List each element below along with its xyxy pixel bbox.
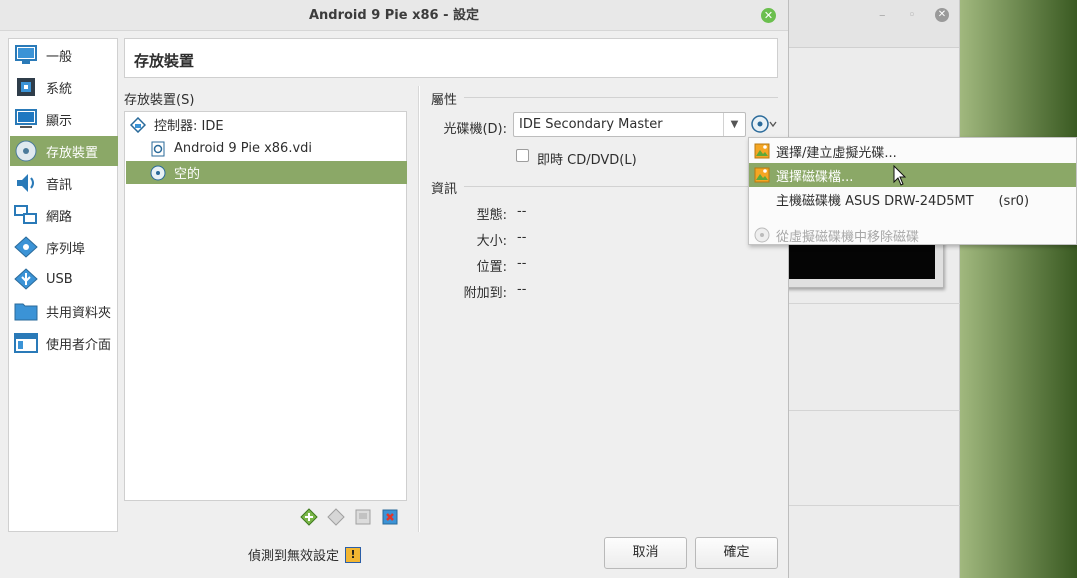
sidebar-item-label: 存放裝置	[46, 145, 99, 161]
sidebar: 一般 系統 顯示 存放裝置 音訊 網路 序列埠 USB 共用資料夾 使用者介面	[8, 38, 118, 532]
sidebar-item-label: 一般	[46, 49, 73, 65]
background-window: – ◦ ✕	[780, 0, 960, 578]
info-location-value: --	[517, 256, 527, 271]
remove-disk-icon	[754, 227, 770, 243]
sidebar-item-label: 顯示	[46, 113, 73, 129]
chip-icon	[14, 76, 38, 98]
remove-attachment-icon[interactable]	[381, 508, 399, 526]
sidebar-item-audio[interactable]: 音訊	[10, 168, 118, 198]
add-controller-icon[interactable]	[300, 508, 318, 526]
optical-drive-label: 光碟機(D):	[443, 122, 507, 137]
tree-item-label: 控制器: IDE	[154, 119, 224, 134]
info-attached-value: --	[517, 282, 527, 297]
sidebar-item-network[interactable]: 網路	[10, 200, 118, 230]
warning-icon: !	[345, 546, 362, 563]
storage-icon	[14, 140, 38, 162]
menu-item-label: 主機磁碟機 ASUS DRW-24D5MT (sr0)	[776, 193, 1030, 209]
optical-drive-select[interactable]: IDE Secondary Master ▼	[513, 112, 746, 137]
sidebar-item-system[interactable]: 系統	[10, 72, 118, 102]
sidebar-item-serial[interactable]: 序列埠	[10, 232, 118, 262]
sidebar-item-label: USB	[46, 271, 73, 287]
section-divider	[464, 186, 778, 187]
ok-button[interactable]: 確定	[695, 537, 778, 569]
folder-icon	[14, 300, 38, 322]
tree-item-label: 空的	[174, 167, 201, 182]
sidebar-item-label: 網路	[46, 209, 73, 225]
menu-item-label: 選擇/建立虛擬光碟...	[776, 145, 897, 161]
controller-icon	[129, 116, 147, 133]
menu-item-label: 選擇磁碟檔...	[776, 169, 854, 185]
sidebar-item-label: 音訊	[46, 177, 73, 193]
menu-item-remove-disk[interactable]: 從虛擬磁碟機中移除磁碟	[749, 223, 1076, 247]
live-cd-label: 即時 CD/DVD(L)	[537, 153, 637, 168]
monitor-icon	[14, 44, 38, 66]
settings-dialog: Android 9 Pie x86 - 設定 ✕ 一般 系統 顯示 存放裝置 音…	[0, 0, 789, 578]
sidebar-item-label: 序列埠	[46, 241, 86, 257]
chevron-down-icon: ▼	[723, 113, 745, 136]
tree-item-optical-disc[interactable]: 空的	[126, 161, 407, 184]
sidebar-item-label: 系統	[46, 81, 73, 97]
maximize-icon[interactable]: ◦	[908, 8, 916, 23]
section-divider	[464, 97, 778, 98]
window-title: Android 9 Pie x86 - 設定	[308, 8, 480, 23]
choose-disk-icon	[754, 143, 770, 159]
remove-controller-icon[interactable]	[327, 508, 345, 526]
menu-item-choose-create-disk[interactable]: 選擇/建立虛擬光碟...	[749, 139, 1076, 163]
sidebar-item-general[interactable]: 一般	[10, 40, 118, 70]
sidebar-item-label: 共用資料夾	[46, 305, 112, 321]
menu-item-choose-disk-file[interactable]: 選擇磁碟檔...	[749, 163, 1076, 187]
menu-item-label: 從虛擬磁碟機中移除磁碟	[776, 229, 920, 245]
sidebar-item-usb[interactable]: USB	[10, 264, 118, 294]
tree-item-hard-disk[interactable]: Android 9 Pie x86.vdi	[126, 137, 407, 160]
close-icon[interactable]: ✕	[761, 8, 776, 23]
info-size-label: 大小:	[476, 234, 507, 249]
divider	[780, 303, 960, 304]
info-size-value: --	[517, 230, 527, 245]
tree-item-controller[interactable]: 控制器: IDE	[126, 113, 407, 136]
tree-item-label: Android 9 Pie x86.vdi	[174, 141, 313, 156]
sidebar-item-user-interface[interactable]: 使用者介面	[10, 328, 118, 358]
sidebar-item-label: 使用者介面	[46, 337, 112, 353]
info-location-label: 位置:	[476, 260, 507, 275]
ui-icon	[14, 332, 38, 354]
cancel-button[interactable]: 取消	[604, 537, 687, 569]
live-cd-checkbox[interactable]	[516, 149, 529, 162]
storage-tree: 控制器: IDE Android 9 Pie x86.vdi 空的	[124, 111, 407, 501]
info-type-value: --	[517, 204, 527, 219]
background-titlebar: – ◦ ✕	[780, 0, 959, 48]
menu-item-host-drive[interactable]: 主機磁碟機 ASUS DRW-24D5MT (sr0)	[749, 187, 1076, 211]
hard-disk-icon	[150, 141, 166, 157]
add-attachment-icon[interactable]	[354, 508, 372, 526]
storage-tree-toolbar	[300, 508, 399, 526]
info-attached-label: 附加到:	[463, 286, 507, 301]
mouse-cursor-icon	[893, 165, 907, 186]
serial-icon	[14, 236, 38, 258]
optical-drive-value: IDE Secondary Master	[519, 117, 663, 132]
page-header: 存放裝置	[124, 38, 778, 78]
disk-popup-menu: 選擇/建立虛擬光碟... 選擇磁碟檔... 主機磁碟機 ASUS DRW-24D…	[748, 137, 1077, 245]
speaker-icon	[14, 172, 38, 194]
attributes-section-title: 屬性	[431, 93, 458, 108]
sidebar-item-storage[interactable]: 存放裝置	[10, 136, 118, 166]
divider	[780, 410, 960, 411]
usb-icon	[14, 268, 38, 290]
network-icon	[14, 204, 38, 226]
close-icon[interactable]: ✕	[935, 8, 949, 22]
panel-separator	[418, 86, 420, 532]
choose-disk-button[interactable]	[751, 114, 777, 134]
optical-disc-icon	[150, 165, 166, 181]
invalid-settings-indicator[interactable]: 偵測到無效設定 !	[248, 545, 362, 564]
warning-label: 偵測到無效設定	[248, 549, 340, 564]
titlebar: Android 9 Pie x86 - 設定 ✕	[0, 0, 788, 31]
page-title: 存放裝置	[134, 52, 195, 70]
info-type-label: 型態:	[476, 208, 507, 223]
sidebar-item-shared-folders[interactable]: 共用資料夾	[10, 296, 118, 326]
display-icon	[14, 108, 38, 130]
disk-file-icon	[754, 167, 770, 183]
sidebar-item-display[interactable]: 顯示	[10, 104, 118, 134]
minimize-icon[interactable]: –	[879, 8, 886, 23]
divider	[780, 505, 960, 506]
storage-tree-label: 存放裝置(S)	[124, 93, 195, 108]
info-section-title: 資訊	[431, 182, 458, 197]
